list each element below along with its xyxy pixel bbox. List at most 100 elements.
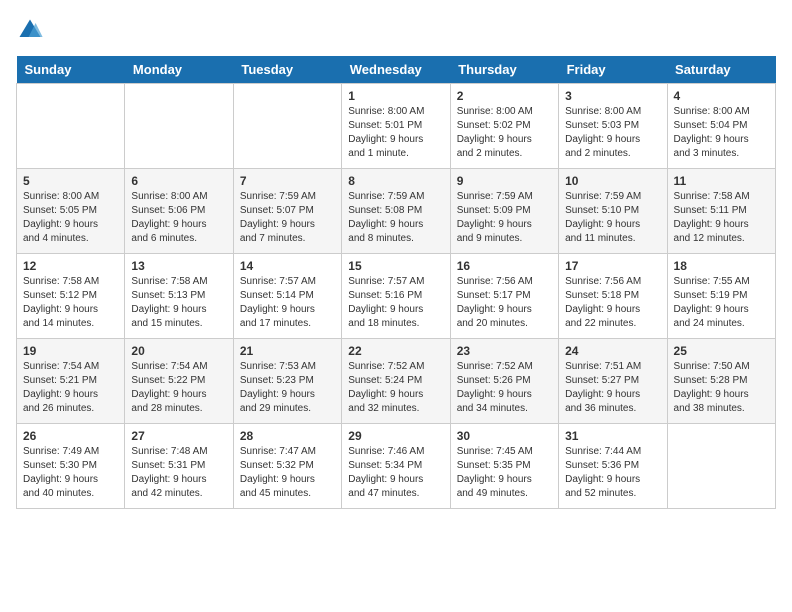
day-number: 4 — [674, 89, 769, 103]
cell-content: Sunrise: 7:59 AM Sunset: 5:07 PM Dayligh… — [240, 190, 335, 246]
day-number: 30 — [457, 429, 552, 443]
calendar-cell: 1 Sunrise: 8:00 AM Sunset: 5:01 PM Daylig… — [342, 84, 450, 169]
cell-content: Sunrise: 8:00 AM Sunset: 5:01 PM Dayligh… — [348, 105, 443, 161]
day-number: 13 — [131, 259, 226, 273]
calendar-cell — [125, 84, 233, 169]
cell-content: Sunrise: 7:58 AM Sunset: 5:11 PM Dayligh… — [674, 190, 769, 246]
day-number: 12 — [23, 259, 118, 273]
week-row-5: 26 Sunrise: 7:49 AM Sunset: 5:30 PM Dayli… — [17, 424, 776, 509]
cell-content: Sunrise: 7:56 AM Sunset: 5:17 PM Dayligh… — [457, 275, 552, 331]
day-number: 22 — [348, 344, 443, 358]
calendar-cell: 13Sunrise: 7:58 AM Sunset: 5:13 PM Dayli… — [125, 254, 233, 339]
cell-content: Sunrise: 7:54 AM Sunset: 5:22 PM Dayligh… — [131, 360, 226, 416]
day-number: 15 — [348, 259, 443, 273]
day-number: 16 — [457, 259, 552, 273]
calendar-cell: 2 Sunrise: 8:00 AM Sunset: 5:02 PM Daylig… — [450, 84, 558, 169]
week-row-2: 5Sunrise: 8:00 AM Sunset: 5:05 PM Daylig… — [17, 169, 776, 254]
header-day-thursday: Thursday — [450, 56, 558, 84]
calendar-cell: 15 Sunrise: 7:57 AM Sunset: 5:16 PM Dayli… — [342, 254, 450, 339]
day-number: 19 — [23, 344, 118, 358]
cell-content: Sunrise: 7:59 AM Sunset: 5:10 PM Dayligh… — [565, 190, 660, 246]
day-number: 18 — [674, 259, 769, 273]
calendar-cell: 11 Sunrise: 7:58 AM Sunset: 5:11 PM Dayli… — [667, 169, 775, 254]
calendar-cell: 29Sunrise: 7:46 AM Sunset: 5:34 PM Dayli… — [342, 424, 450, 509]
calendar-table: SundayMondayTuesdayWednesdayThursdayFrid… — [16, 56, 776, 509]
header-day-saturday: Saturday — [667, 56, 775, 84]
cell-content: Sunrise: 8:00 AM Sunset: 5:06 PM Dayligh… — [131, 190, 226, 246]
cell-content: Sunrise: 7:57 AM Sunset: 5:14 PM Dayligh… — [240, 275, 335, 331]
calendar-cell: 23 Sunrise: 7:52 AM Sunset: 5:26 PM Dayli… — [450, 339, 558, 424]
calendar-cell — [667, 424, 775, 509]
calendar-cell: 14 Sunrise: 7:57 AM Sunset: 5:14 PM Dayli… — [233, 254, 341, 339]
calendar-cell: 24 Sunrise: 7:51 AM Sunset: 5:27 PM Dayli… — [559, 339, 667, 424]
logo-icon — [16, 16, 44, 44]
calendar-cell: 28Sunrise: 7:47 AM Sunset: 5:32 PM Dayli… — [233, 424, 341, 509]
week-row-4: 19 Sunrise: 7:54 AM Sunset: 5:21 PM Dayli… — [17, 339, 776, 424]
day-number: 23 — [457, 344, 552, 358]
week-row-3: 12 Sunrise: 7:58 AM Sunset: 5:12 PM Dayli… — [17, 254, 776, 339]
day-number: 17 — [565, 259, 660, 273]
cell-content: Sunrise: 8:00 AM Sunset: 5:03 PM Dayligh… — [565, 105, 660, 161]
calendar-cell: 22 Sunrise: 7:52 AM Sunset: 5:24 PM Dayli… — [342, 339, 450, 424]
day-number: 24 — [565, 344, 660, 358]
logo — [16, 16, 48, 44]
calendar-cell: 21 Sunrise: 7:53 AM Sunset: 5:23 PM Dayli… — [233, 339, 341, 424]
cell-content: Sunrise: 7:54 AM Sunset: 5:21 PM Dayligh… — [23, 360, 118, 416]
day-number: 28 — [240, 429, 335, 443]
day-number: 3 — [565, 89, 660, 103]
calendar-cell: 9Sunrise: 7:59 AM Sunset: 5:09 PM Daylig… — [450, 169, 558, 254]
cell-content: Sunrise: 7:52 AM Sunset: 5:24 PM Dayligh… — [348, 360, 443, 416]
calendar-cell: 8Sunrise: 7:59 AM Sunset: 5:08 PM Daylig… — [342, 169, 450, 254]
cell-content: Sunrise: 7:45 AM Sunset: 5:35 PM Dayligh… — [457, 445, 552, 501]
day-number: 20 — [131, 344, 226, 358]
day-number: 6 — [131, 174, 226, 188]
day-number: 21 — [240, 344, 335, 358]
calendar-cell: 6 Sunrise: 8:00 AM Sunset: 5:06 PM Daylig… — [125, 169, 233, 254]
day-number: 31 — [565, 429, 660, 443]
day-number: 11 — [674, 174, 769, 188]
cell-content: Sunrise: 7:55 AM Sunset: 5:19 PM Dayligh… — [674, 275, 769, 331]
header-day-tuesday: Tuesday — [233, 56, 341, 84]
day-number: 26 — [23, 429, 118, 443]
day-number: 7 — [240, 174, 335, 188]
cell-content: Sunrise: 7:53 AM Sunset: 5:23 PM Dayligh… — [240, 360, 335, 416]
calendar-cell — [233, 84, 341, 169]
calendar-cell: 25 Sunrise: 7:50 AM Sunset: 5:28 PM Dayli… — [667, 339, 775, 424]
calendar-body: 1 Sunrise: 8:00 AM Sunset: 5:01 PM Daylig… — [17, 84, 776, 509]
cell-content: Sunrise: 7:56 AM Sunset: 5:18 PM Dayligh… — [565, 275, 660, 331]
day-number: 25 — [674, 344, 769, 358]
day-number: 14 — [240, 259, 335, 273]
calendar-cell: 5Sunrise: 8:00 AM Sunset: 5:05 PM Daylig… — [17, 169, 125, 254]
day-number: 29 — [348, 429, 443, 443]
day-number: 27 — [131, 429, 226, 443]
cell-content: Sunrise: 8:00 AM Sunset: 5:02 PM Dayligh… — [457, 105, 552, 161]
cell-content: Sunrise: 7:52 AM Sunset: 5:26 PM Dayligh… — [457, 360, 552, 416]
header-row: SundayMondayTuesdayWednesdayThursdayFrid… — [17, 56, 776, 84]
cell-content: Sunrise: 7:58 AM Sunset: 5:12 PM Dayligh… — [23, 275, 118, 331]
calendar-cell: 3 Sunrise: 8:00 AM Sunset: 5:03 PM Daylig… — [559, 84, 667, 169]
header-day-wednesday: Wednesday — [342, 56, 450, 84]
cell-content: Sunrise: 8:00 AM Sunset: 5:04 PM Dayligh… — [674, 105, 769, 161]
cell-content: Sunrise: 7:59 AM Sunset: 5:09 PM Dayligh… — [457, 190, 552, 246]
cell-content: Sunrise: 7:50 AM Sunset: 5:28 PM Dayligh… — [674, 360, 769, 416]
calendar-cell — [17, 84, 125, 169]
calendar-cell: 31 Sunrise: 7:44 AM Sunset: 5:36 PM Dayli… — [559, 424, 667, 509]
cell-content: Sunrise: 7:44 AM Sunset: 5:36 PM Dayligh… — [565, 445, 660, 501]
header-day-friday: Friday — [559, 56, 667, 84]
cell-content: Sunrise: 7:51 AM Sunset: 5:27 PM Dayligh… — [565, 360, 660, 416]
calendar-cell: 30 Sunrise: 7:45 AM Sunset: 5:35 PM Dayli… — [450, 424, 558, 509]
cell-content: Sunrise: 7:49 AM Sunset: 5:30 PM Dayligh… — [23, 445, 118, 501]
cell-content: Sunrise: 7:57 AM Sunset: 5:16 PM Dayligh… — [348, 275, 443, 331]
day-number: 10 — [565, 174, 660, 188]
week-row-1: 1 Sunrise: 8:00 AM Sunset: 5:01 PM Daylig… — [17, 84, 776, 169]
calendar-cell: 16 Sunrise: 7:56 AM Sunset: 5:17 PM Dayli… — [450, 254, 558, 339]
header-day-monday: Monday — [125, 56, 233, 84]
calendar-cell: 12 Sunrise: 7:58 AM Sunset: 5:12 PM Dayli… — [17, 254, 125, 339]
cell-content: Sunrise: 8:00 AM Sunset: 5:05 PM Dayligh… — [23, 190, 118, 246]
calendar-cell: 20 Sunrise: 7:54 AM Sunset: 5:22 PM Dayli… — [125, 339, 233, 424]
calendar-cell: 17 Sunrise: 7:56 AM Sunset: 5:18 PM Dayli… — [559, 254, 667, 339]
calendar-cell: 27Sunrise: 7:48 AM Sunset: 5:31 PM Dayli… — [125, 424, 233, 509]
day-number: 1 — [348, 89, 443, 103]
day-number: 2 — [457, 89, 552, 103]
calendar-cell: 10 Sunrise: 7:59 AM Sunset: 5:10 PM Dayli… — [559, 169, 667, 254]
